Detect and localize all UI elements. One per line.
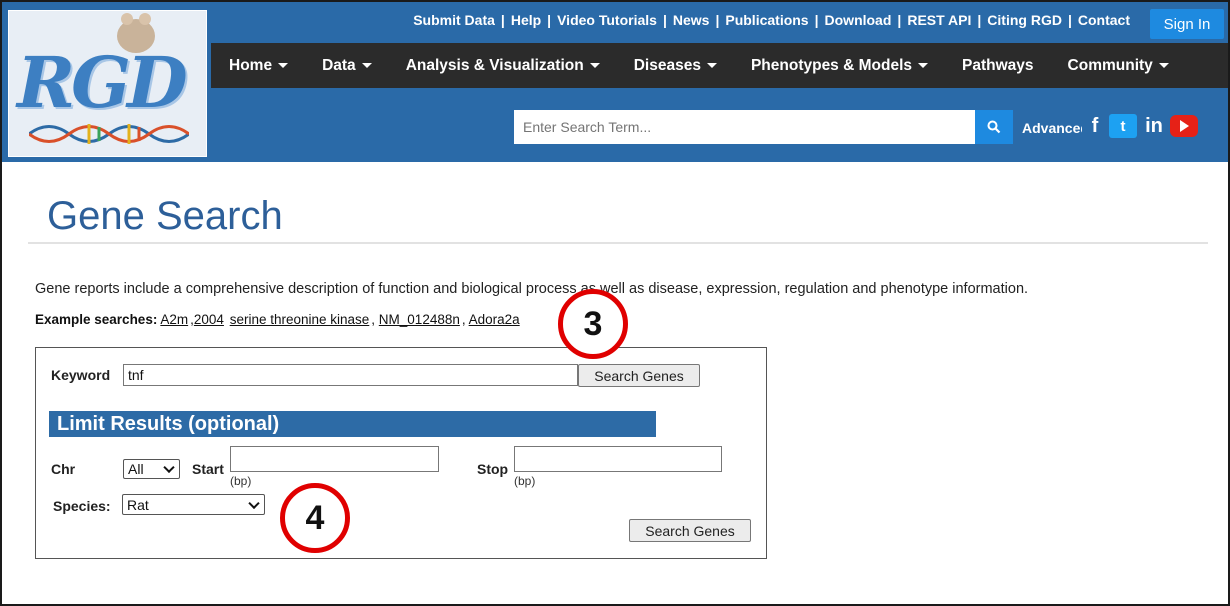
nav-label: Pathways bbox=[962, 56, 1034, 74]
page-description: Gene reports include a comprehensive des… bbox=[35, 281, 1029, 297]
caret-down-icon bbox=[278, 63, 289, 68]
play-icon bbox=[1179, 120, 1189, 132]
search-genes-button-bottom[interactable]: Search Genes bbox=[629, 519, 751, 542]
keyword-label: Keyword bbox=[51, 367, 111, 383]
nav-label: Community bbox=[1067, 56, 1153, 74]
caret-down-icon bbox=[361, 63, 372, 68]
top-link-contact[interactable]: Contact bbox=[1078, 12, 1130, 28]
example-link-a2m[interactable]: A2m bbox=[160, 312, 188, 327]
examples-label: Example searches: bbox=[35, 312, 158, 327]
caret-down-icon bbox=[706, 63, 717, 68]
site-search-button[interactable] bbox=[975, 110, 1013, 144]
start-input[interactable] bbox=[230, 446, 439, 472]
nav-home[interactable]: Home bbox=[229, 56, 289, 75]
gene-search-form: Keyword Search Genes Limit Results (opti… bbox=[35, 347, 767, 559]
caret-down-icon bbox=[918, 63, 929, 68]
title-divider bbox=[28, 242, 1208, 244]
top-link-submit-data[interactable]: Submit Data bbox=[413, 12, 495, 28]
nav-phenotypes-models[interactable]: Phenotypes & Models bbox=[750, 56, 929, 75]
nav-community[interactable]: Community bbox=[1068, 57, 1169, 75]
caret-down-icon bbox=[1158, 63, 1169, 68]
sign-in-button[interactable]: Sign In bbox=[1150, 9, 1224, 39]
stop-input[interactable] bbox=[514, 446, 722, 472]
chevron-down-icon bbox=[248, 497, 260, 509]
stop-unit: (bp) bbox=[514, 474, 536, 488]
top-links: Submit Data | Help | Video Tutorials | News… bbox=[413, 12, 1130, 28]
top-link-news[interactable]: News bbox=[673, 12, 710, 28]
nav-label: Phenotypes & Models bbox=[750, 56, 913, 74]
example-link-serine-threonine-kinase[interactable]: serine threonine kinase bbox=[230, 312, 370, 327]
step-4-marker: 4 bbox=[280, 483, 350, 553]
nav-pathways[interactable]: Pathways bbox=[962, 57, 1034, 75]
page-frame: RGD Submit Data | Help | Video Tutorials | … bbox=[0, 0, 1230, 606]
chr-label: Chr bbox=[51, 461, 76, 477]
limit-results-heading: Limit Results (optional) bbox=[49, 411, 656, 437]
top-link-download[interactable]: Download bbox=[825, 12, 892, 28]
top-link-citing-rgd[interactable]: Citing RGD bbox=[987, 12, 1062, 28]
nav-label: Data bbox=[322, 56, 356, 74]
step-3-marker: 3 bbox=[558, 289, 628, 359]
youtube-icon[interactable] bbox=[1170, 115, 1198, 137]
species-label: Species: bbox=[53, 498, 111, 514]
twitter-icon[interactable]: t bbox=[1109, 114, 1137, 138]
chr-selected-value: All bbox=[128, 461, 144, 477]
top-link-video-tutorials[interactable]: Video Tutorials bbox=[557, 12, 657, 28]
nav-diseases[interactable]: Diseases bbox=[634, 57, 717, 75]
dna-helix-icon bbox=[29, 124, 189, 144]
keyword-input[interactable] bbox=[123, 364, 578, 386]
nav-data[interactable]: Data bbox=[322, 57, 372, 75]
page-title: Gene Search bbox=[47, 194, 283, 238]
species-selected-value: Rat bbox=[127, 496, 149, 513]
start-label: Start bbox=[192, 461, 224, 477]
chevron-down-icon bbox=[163, 461, 175, 474]
top-link-publications[interactable]: Publications bbox=[725, 12, 808, 28]
nav-analysis-visualization[interactable]: Analysis & Visualization bbox=[406, 57, 600, 75]
site-search-input[interactable] bbox=[514, 110, 975, 144]
top-link-rest-api[interactable]: REST API bbox=[907, 12, 971, 28]
advanced-search-link[interactable]: Advanced Search bbox=[1022, 120, 1082, 136]
facebook-icon[interactable]: f bbox=[1085, 112, 1105, 140]
chr-select[interactable]: All bbox=[123, 459, 180, 479]
example-link-adora2a[interactable]: Adora2a bbox=[469, 312, 520, 327]
logo-text: RGD bbox=[17, 41, 188, 124]
stop-label: Stop bbox=[477, 461, 509, 477]
nav-label: Diseases bbox=[633, 56, 701, 74]
search-genes-button[interactable]: Search Genes bbox=[578, 364, 700, 387]
example-link-2004[interactable]: 2004 bbox=[194, 312, 224, 327]
top-link-help[interactable]: Help bbox=[511, 12, 541, 28]
site-header: RGD Submit Data | Help | Video Tutorials | … bbox=[2, 2, 1228, 162]
linkedin-icon[interactable]: in bbox=[1139, 112, 1169, 140]
species-select[interactable]: Rat bbox=[122, 494, 265, 515]
main-nav: Home Data Analysis & Visualization Disea… bbox=[211, 43, 1228, 88]
caret-down-icon bbox=[589, 63, 600, 68]
nav-label: Home bbox=[229, 56, 273, 74]
nav-label: Analysis & Visualization bbox=[405, 56, 584, 74]
example-searches: Example searches: A2m ,2004 serine threon… bbox=[35, 312, 520, 327]
rgd-logo[interactable]: RGD bbox=[8, 10, 207, 157]
start-unit: (bp) bbox=[230, 474, 252, 488]
search-icon bbox=[987, 120, 1001, 134]
example-link-nm-012488n[interactable]: NM_012488n bbox=[379, 312, 460, 327]
